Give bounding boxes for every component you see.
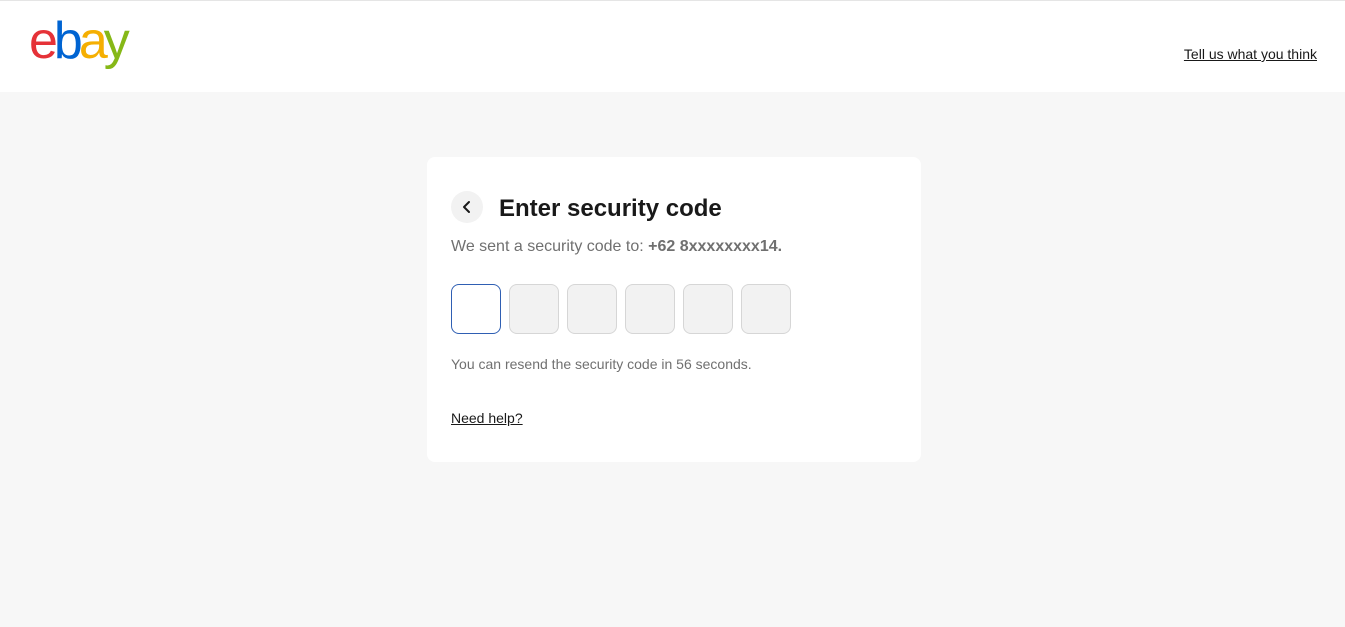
sent-to-text: We sent a security code to: +62 8xxxxxxx… — [451, 238, 782, 256]
code-digit-4[interactable] — [625, 284, 675, 334]
logo-letter-e: e — [29, 12, 58, 70]
code-digit-1[interactable] — [451, 284, 501, 334]
logo-letter-y: y — [103, 12, 130, 70]
ebay-logo[interactable]: e b a y — [29, 12, 130, 71]
logo-letter-b: b — [53, 12, 83, 70]
logo-letter-a: a — [78, 12, 108, 70]
code-digit-3[interactable] — [567, 284, 617, 334]
back-button[interactable] — [451, 191, 483, 223]
security-code-card: Enter security code We sent a security c… — [427, 157, 921, 462]
resend-countdown-text: You can resend the security code in 56 s… — [451, 356, 752, 372]
chevron-left-icon — [460, 200, 474, 214]
page-title: Enter security code — [499, 195, 722, 222]
site-header: e b a y Tell us what you think — [0, 0, 1345, 92]
feedback-link[interactable]: Tell us what you think — [1184, 46, 1317, 62]
code-digit-5[interactable] — [683, 284, 733, 334]
sent-to-prefix: We sent a security code to: — [451, 238, 649, 255]
code-digit-2[interactable] — [509, 284, 559, 334]
security-code-inputs — [451, 284, 791, 334]
masked-phone-number: +62 8xxxxxxxx14. — [648, 238, 783, 255]
code-digit-6[interactable] — [741, 284, 791, 334]
need-help-link[interactable]: Need help? — [451, 410, 523, 426]
